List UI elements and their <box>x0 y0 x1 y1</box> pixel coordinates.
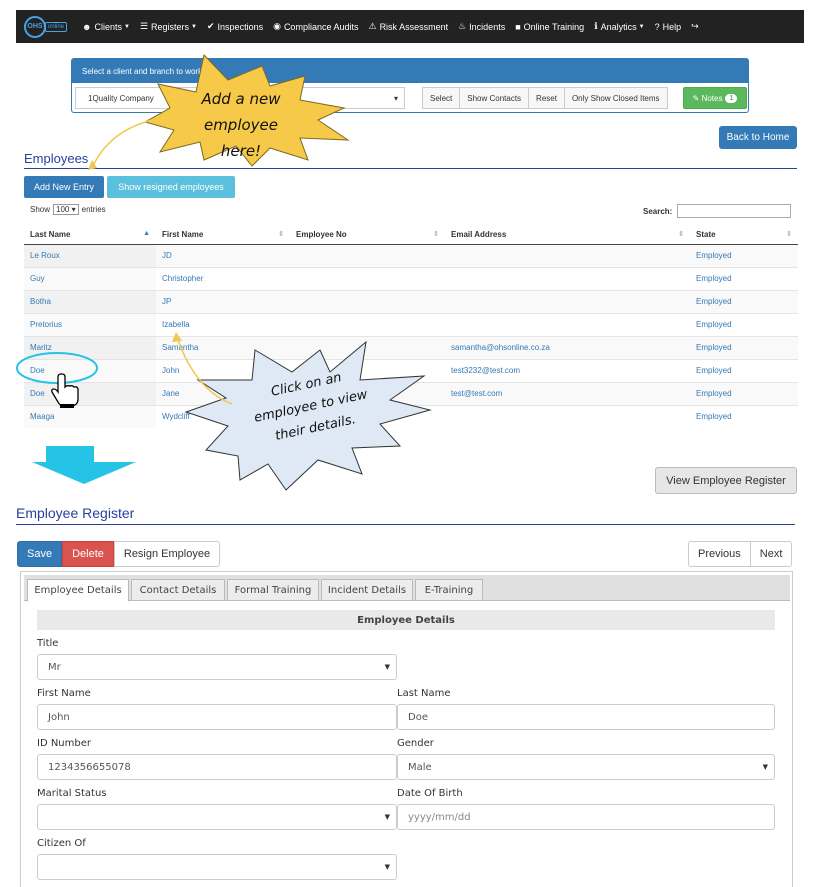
first-name-label: First Name <box>37 688 91 699</box>
id-number-label: ID Number <box>37 738 91 749</box>
chevron-down-icon: ▼ <box>384 863 390 871</box>
title-label: Title <box>37 638 59 649</box>
tab-formal-training[interactable]: Formal Training <box>227 579 319 601</box>
pager-buttons: Previous Next <box>688 541 793 567</box>
marital-status-label: Marital Status <box>37 788 107 799</box>
view-employee-register-button[interactable]: View Employee Register <box>655 467 797 494</box>
add-callout-text: Add a new employee here! <box>186 86 296 164</box>
tab-incident-details[interactable]: Incident Details <box>321 579 413 601</box>
add-callout-line: Add a new <box>201 90 281 108</box>
id-number-field[interactable]: 1234356655078 <box>37 754 397 780</box>
previous-button[interactable]: Previous <box>688 541 751 567</box>
gender-select[interactable]: Male ▼ <box>397 754 775 780</box>
title-value: Mr <box>48 661 61 673</box>
chevron-down-icon: ▼ <box>384 663 390 671</box>
register-title: Employee Register <box>16 505 135 521</box>
save-button[interactable]: Save <box>17 541 63 567</box>
register-divider <box>16 524 795 525</box>
tab-contact-details[interactable]: Contact Details <box>131 579 225 601</box>
add-callout-line: employee here! <box>203 116 279 160</box>
register-action-buttons: Save Delete Resign Employee <box>17 541 221 567</box>
chevron-down-icon: ▼ <box>762 763 768 771</box>
register-tab-panel: Employee Details Contact Details Formal … <box>20 571 793 887</box>
title-select[interactable]: Mr ▼ <box>37 654 397 680</box>
next-button[interactable]: Next <box>749 541 793 567</box>
tab-bar: Employee Details Contact Details Formal … <box>24 575 790 602</box>
gender-value: Male <box>408 761 432 773</box>
arrowhead-icon <box>172 332 182 342</box>
dob-label: Date Of Birth <box>397 788 463 799</box>
chevron-down-icon: ▼ <box>384 813 390 821</box>
down-arrow-icon <box>32 446 136 484</box>
annotation-layer <box>16 53 432 491</box>
form-section-heading: Employee Details <box>37 610 775 630</box>
add-callout-arrow <box>91 117 161 169</box>
row-highlight-ellipse <box>16 352 98 384</box>
delete-button[interactable]: Delete <box>62 541 114 567</box>
first-name-field[interactable]: John <box>37 704 397 730</box>
last-name-field[interactable]: Doe <box>397 704 775 730</box>
tab-e-training[interactable]: E-Training <box>415 579 483 601</box>
citizen-of-label: Citizen Of <box>37 838 86 849</box>
dob-field[interactable]: yyyy/mm/dd <box>397 804 775 830</box>
resign-employee-button[interactable]: Resign Employee <box>113 541 221 567</box>
citizen-of-select[interactable]: ▼ <box>37 854 397 880</box>
last-name-label: Last Name <box>397 688 451 699</box>
marital-status-select[interactable]: ▼ <box>37 804 397 830</box>
gender-label: Gender <box>397 738 434 749</box>
hand-cursor-icon <box>51 373 79 408</box>
tab-employee-details[interactable]: Employee Details <box>27 579 129 602</box>
